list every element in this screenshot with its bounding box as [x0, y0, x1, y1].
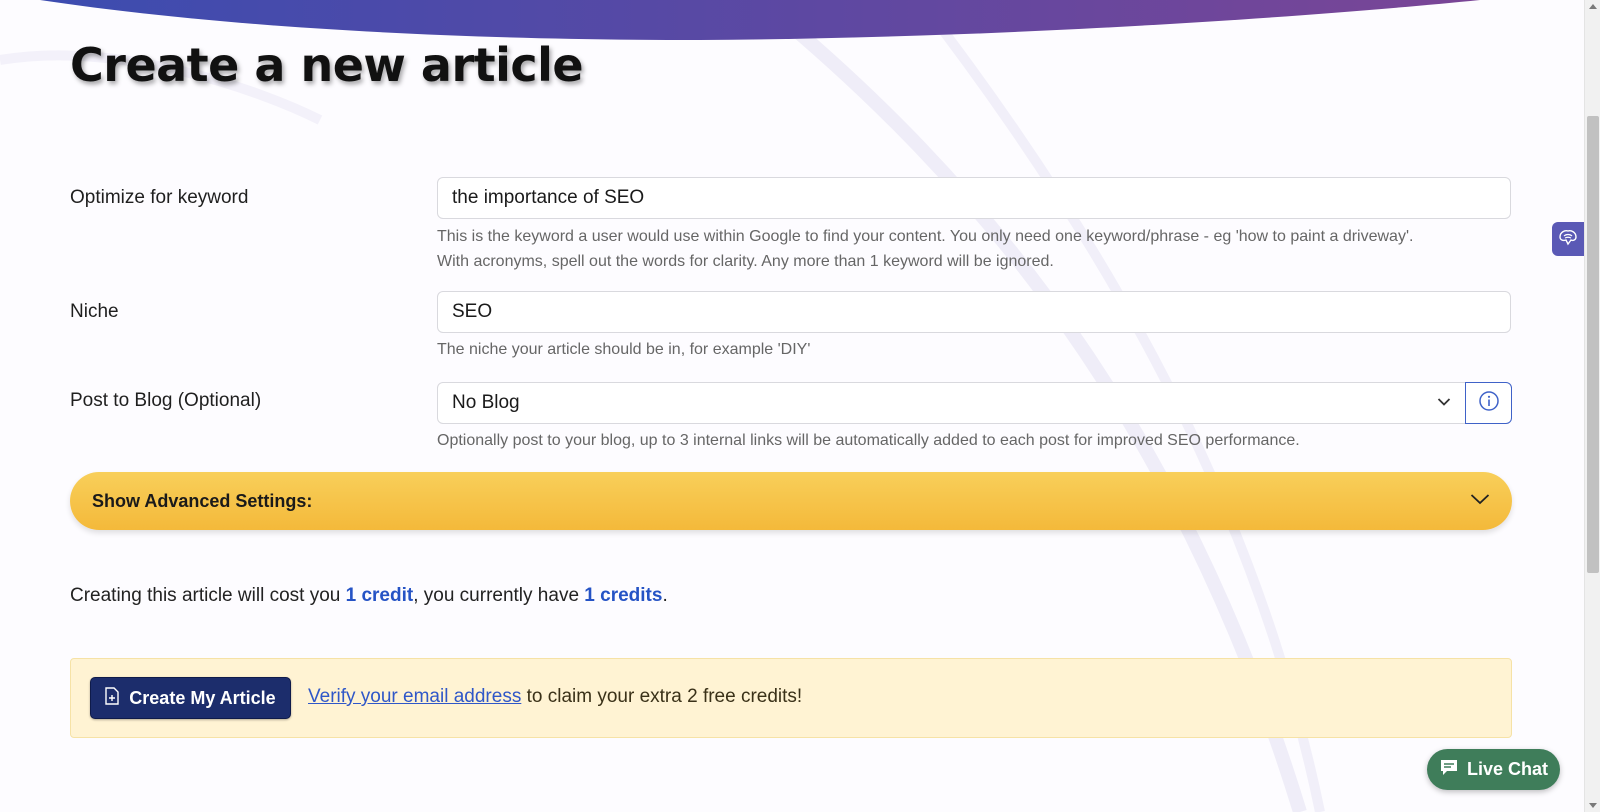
credits-remaining: 1 credits	[584, 585, 663, 606]
keyword-label: Optimize for keyword	[70, 187, 249, 208]
page-title: Create a new article	[70, 38, 584, 92]
document-plus-icon	[105, 686, 119, 710]
create-notice-panel: Create My Article Verify your email addr…	[70, 658, 1512, 738]
scroll-down-arrow-icon[interactable]	[1589, 803, 1597, 808]
live-chat-label: Live Chat	[1466, 759, 1549, 779]
keyword-help-line-2: With acronyms, spell out the words for c…	[437, 253, 1054, 270]
keyword-help: This is the keyword a user would use wit…	[437, 224, 1517, 274]
brain-icon	[1557, 228, 1579, 251]
cost-prefix: Creating this article will cost you	[70, 585, 346, 606]
verify-email-message: Verify your email address to claim your …	[308, 686, 802, 708]
niche-input[interactable]	[437, 291, 1511, 333]
blog-select-value: No Blog	[452, 392, 520, 413]
side-widget-tab[interactable]	[1552, 222, 1584, 256]
niche-help: The niche your article should be in, for…	[437, 341, 811, 358]
scroll-up-arrow-icon[interactable]	[1589, 4, 1597, 9]
blog-label: Post to Blog (Optional)	[70, 390, 262, 411]
cost-suffix: .	[662, 585, 668, 606]
page-scrollbar[interactable]	[1584, 0, 1600, 812]
chevron-down-icon	[1470, 492, 1490, 510]
blog-help: Optionally post to your blog, up to 3 in…	[437, 432, 1300, 449]
niche-label: Niche	[70, 301, 119, 322]
verify-email-link[interactable]: Verify your email address	[308, 686, 521, 707]
info-circle-icon	[1478, 390, 1500, 417]
credit-cost-text: Creating this article will cost you 1 cr…	[70, 585, 668, 607]
blog-info-button[interactable]	[1465, 382, 1512, 424]
scroll-thumb[interactable]	[1587, 116, 1599, 573]
top-banner	[40, 0, 1480, 40]
create-article-label: Create My Article	[129, 687, 276, 708]
chevron-down-icon	[1437, 394, 1451, 412]
live-chat-button[interactable]: Live Chat	[1427, 749, 1560, 790]
advanced-settings-label: Show Advanced Settings:	[92, 490, 313, 511]
keyword-input[interactable]	[437, 177, 1511, 219]
cost-value: 1 credit	[345, 585, 414, 606]
create-article-button[interactable]: Create My Article	[90, 677, 291, 719]
advanced-settings-toggle[interactable]: Show Advanced Settings:	[70, 472, 1512, 530]
chat-bubble-icon	[1439, 758, 1459, 781]
keyword-help-line-1: This is the keyword a user would use wit…	[437, 228, 1414, 245]
cost-middle: , you currently have	[413, 585, 585, 606]
blog-select[interactable]: No Blog	[437, 382, 1466, 424]
verify-email-suffix: to claim your extra 2 free credits!	[521, 686, 803, 707]
